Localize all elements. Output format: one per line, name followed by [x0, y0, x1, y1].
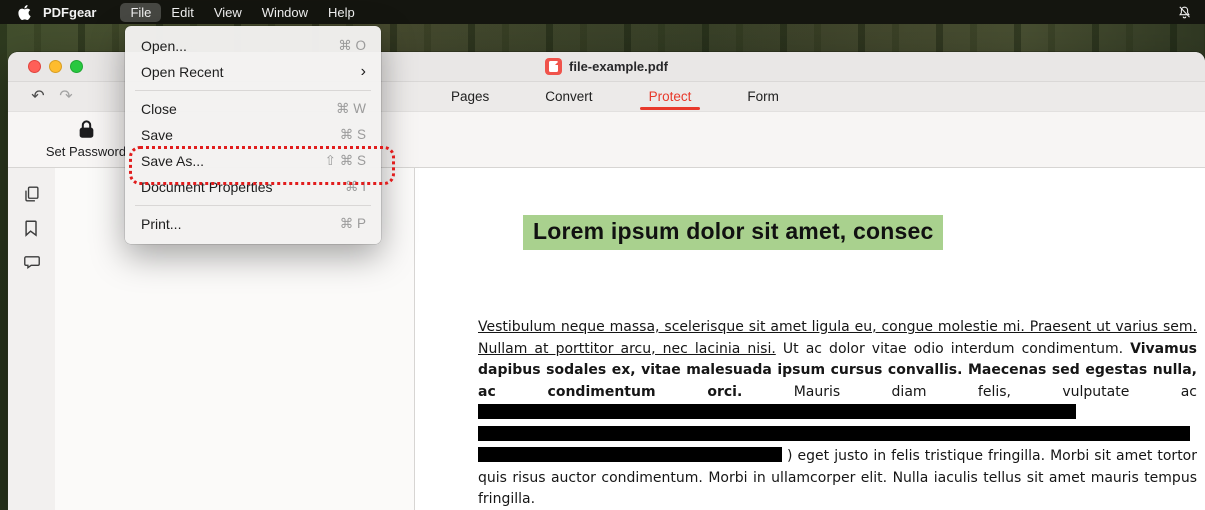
undo-button[interactable]: ↶	[26, 86, 50, 108]
menubar-item-window[interactable]: Window	[252, 3, 318, 22]
lock-icon	[78, 119, 95, 139]
left-icon-strip	[8, 168, 55, 510]
tab-pages[interactable]: Pages	[445, 82, 495, 111]
menu-item-label: Close	[141, 101, 177, 117]
menubar-item-view[interactable]: View	[204, 3, 252, 22]
set-password-tool[interactable]: Set Password	[42, 119, 130, 159]
document-heading-highlighted: Lorem ipsum dolor sit amet, consec	[523, 215, 944, 250]
menu-item-document-properties[interactable]: Document Properties ⌘ I	[125, 174, 381, 200]
traffic-lights	[28, 60, 83, 73]
menu-item-label: Open Recent	[141, 64, 224, 80]
tab-convert[interactable]: Convert	[539, 82, 598, 111]
menu-bar: PDFgear File Edit View Window Help	[0, 0, 1205, 24]
redaction-bar	[478, 404, 1076, 419]
comments-icon[interactable]	[23, 253, 41, 270]
ribbon-tabs: Pages Convert Protect Form	[445, 82, 785, 111]
menu-item-shortcut: ⇧ ⌘ S	[324, 153, 366, 168]
redaction-bar	[478, 425, 1190, 441]
submenu-chevron-icon: ›	[360, 63, 366, 80]
document-page: Lorem ipsum dolor sit amet, consec Vesti…	[415, 168, 1205, 510]
body-text: Ut ac dolor vitae odio interdum condimen…	[782, 340, 1124, 357]
menubar-item-file[interactable]: File	[120, 2, 162, 22]
window-title: file-example.pdf	[545, 58, 668, 75]
pdf-file-icon	[545, 58, 563, 75]
tab-protect[interactable]: Protect	[639, 82, 701, 111]
menu-item-label: Save As...	[141, 153, 205, 169]
menu-item-shortcut: ⌘ S	[339, 127, 366, 142]
notification-bell-slash-icon[interactable]	[1177, 5, 1192, 20]
menu-item-shortcut: ⌘ I	[344, 179, 366, 194]
close-button[interactable]	[28, 60, 41, 73]
menu-item-open[interactable]: Open... ⌘ O	[125, 33, 381, 59]
zoom-button[interactable]	[70, 60, 83, 73]
menu-item-label: Document Properties	[141, 179, 273, 195]
menubar-app-name: PDFgear	[43, 4, 97, 20]
menu-item-shortcut: ⌘ W	[336, 101, 366, 116]
menu-item-print[interactable]: Print... ⌘ P	[125, 211, 381, 237]
body-text: Mauris diam felis, vulputate ac	[793, 383, 1197, 400]
menu-item-shortcut: ⌘ O	[338, 38, 366, 53]
menu-item-close[interactable]: Close ⌘ W	[125, 96, 381, 122]
page-thumbnails-icon[interactable]	[23, 185, 40, 203]
redaction-bar	[478, 447, 782, 462]
set-password-label: Set Password	[45, 144, 127, 159]
menubar-item-edit[interactable]: Edit	[161, 3, 203, 22]
menu-item-shortcut: ⌘ P	[339, 216, 366, 231]
screen: PDFgear File Edit View Window Help file-…	[0, 0, 1205, 510]
document-paragraph: Vestibulum neque massa, scelerisque sit …	[478, 317, 1197, 510]
redo-button[interactable]: ↷	[54, 86, 78, 108]
file-menu-dropdown: Open... ⌘ O Open Recent › Close ⌘ W Save…	[125, 26, 381, 244]
menu-item-label: Print...	[141, 216, 182, 232]
tab-form[interactable]: Form	[741, 82, 785, 111]
minimize-button[interactable]	[49, 60, 62, 73]
window-title-text: file-example.pdf	[569, 59, 668, 74]
menubar-item-help[interactable]: Help	[318, 3, 365, 22]
apple-menu-icon[interactable]	[18, 4, 31, 20]
menu-item-label: Save	[141, 127, 173, 143]
menu-item-label: Open...	[141, 38, 187, 54]
bookmarks-icon[interactable]	[24, 219, 39, 237]
menu-separator	[135, 90, 371, 91]
menu-item-open-recent[interactable]: Open Recent ›	[125, 59, 381, 85]
menu-item-save-as[interactable]: Save As... ⇧ ⌘ S	[125, 148, 381, 174]
menu-separator	[135, 205, 371, 206]
menu-item-save[interactable]: Save ⌘ S	[125, 122, 381, 148]
